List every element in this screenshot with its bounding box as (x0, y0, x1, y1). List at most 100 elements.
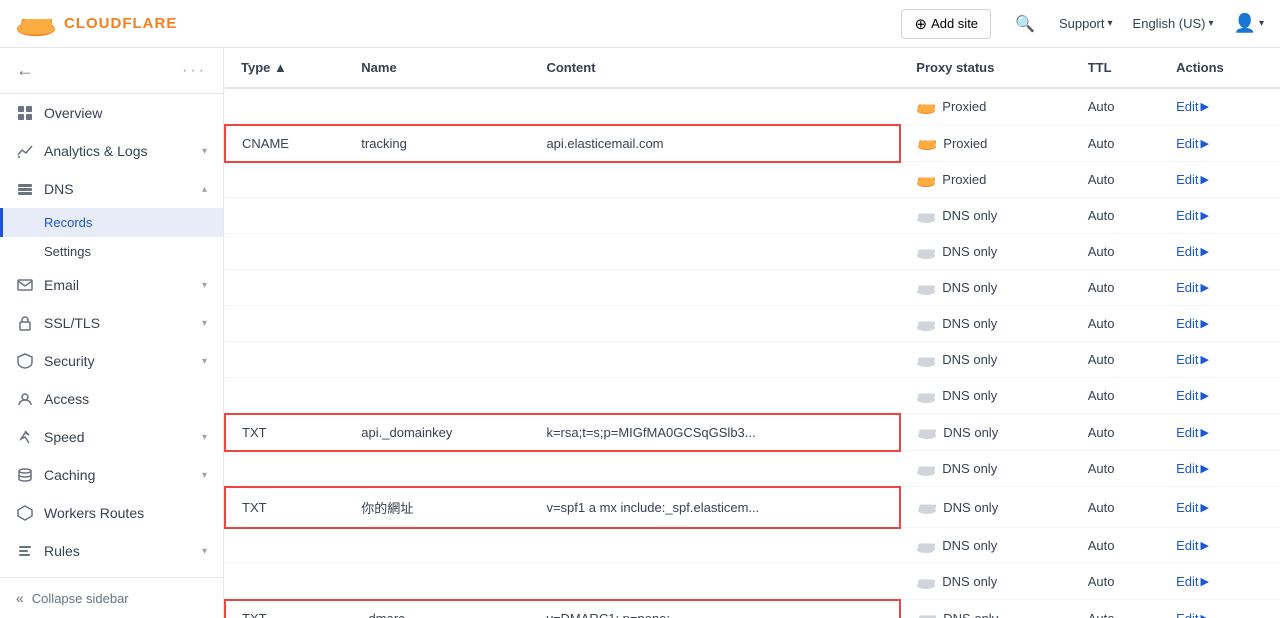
sidebar-item-email[interactable]: Email ▾ (0, 266, 223, 304)
cell-actions[interactable]: Edit ▶ (1160, 487, 1280, 528)
edit-button[interactable]: Edit ▶ (1176, 244, 1264, 259)
sidebar-item-security[interactable]: Security ▾ (0, 342, 223, 380)
cell-content (530, 342, 900, 378)
table-row: DNS onlyAutoEdit ▶ (225, 198, 1280, 234)
cell-name (345, 564, 530, 600)
sidebar-item-dns[interactable]: DNS ▴ (0, 170, 223, 208)
sidebar-subitem-settings[interactable]: Settings (0, 237, 223, 266)
edit-button[interactable]: Edit ▶ (1176, 136, 1264, 151)
cell-proxy-status: Proxied (900, 125, 1071, 162)
sidebar-more-button[interactable]: ··· (182, 62, 207, 80)
cell-actions[interactable]: Edit ▶ (1160, 451, 1280, 487)
cloud-dns-only-icon (917, 425, 937, 439)
edit-chevron-icon: ▶ (1200, 100, 1208, 113)
cell-type (225, 88, 345, 125)
collapse-icon: « (16, 590, 24, 606)
edit-button[interactable]: Edit ▶ (1176, 425, 1264, 440)
cell-actions[interactable]: Edit ▶ (1160, 234, 1280, 270)
sidebar-item-rules[interactable]: Rules ▾ (0, 532, 223, 570)
col-name: Name (345, 48, 530, 88)
cell-type (225, 528, 345, 564)
sidebar-item-label-speed: Speed (44, 429, 192, 445)
cf-logo-icon (16, 11, 56, 37)
cell-actions[interactable]: Edit ▶ (1160, 528, 1280, 564)
edit-button[interactable]: Edit ▶ (1176, 99, 1264, 114)
edit-chevron-icon: ▶ (1200, 501, 1208, 514)
cloud-dns-only-icon (916, 462, 936, 476)
sidebar-item-access[interactable]: Access (0, 380, 223, 418)
cell-actions[interactable]: Edit ▶ (1160, 600, 1280, 618)
cell-proxy-status: DNS only (900, 270, 1071, 306)
cell-actions[interactable]: Edit ▶ (1160, 198, 1280, 234)
edit-button[interactable]: Edit ▶ (1176, 208, 1264, 223)
cell-actions[interactable]: Edit ▶ (1160, 342, 1280, 378)
sidebar-item-workers-routes[interactable]: Workers Routes (0, 494, 223, 532)
sidebar-item-overview[interactable]: Overview (0, 94, 223, 132)
sidebar-top: ← ··· (0, 48, 223, 94)
collapse-sidebar-button[interactable]: « Collapse sidebar (0, 577, 223, 618)
cell-actions[interactable]: Edit ▶ (1160, 564, 1280, 600)
grid-icon (16, 104, 34, 122)
edit-chevron-icon: ▶ (1200, 317, 1208, 330)
logo[interactable]: CLOUDFLARE (16, 11, 177, 37)
speed-icon (16, 428, 34, 446)
cell-proxy-status: DNS only (900, 564, 1071, 600)
cloud-dns-only-icon (916, 539, 936, 553)
shield-icon (16, 352, 34, 370)
cell-actions[interactable]: Edit ▶ (1160, 162, 1280, 198)
workers-icon (16, 504, 34, 522)
edit-button[interactable]: Edit ▶ (1176, 538, 1264, 553)
analytics-chevron-icon: ▾ (202, 146, 207, 157)
cloud-proxied-icon (916, 100, 936, 114)
cloud-dns-only-icon (916, 389, 936, 403)
sidebar-subitem-records[interactable]: Records (0, 208, 223, 237)
edit-chevron-icon: ▶ (1200, 575, 1208, 588)
table-row: DNS onlyAutoEdit ▶ (225, 342, 1280, 378)
cell-actions[interactable]: Edit ▶ (1160, 270, 1280, 306)
cell-name (345, 378, 530, 414)
sidebar-back-button[interactable]: ← (16, 60, 34, 81)
cell-name (345, 342, 530, 378)
edit-button[interactable]: Edit ▶ (1176, 500, 1264, 515)
edit-button[interactable]: Edit ▶ (1176, 574, 1264, 589)
sidebar: ← ··· Overview Analytics & Logs ▾ DNS ▴ (0, 48, 224, 618)
support-label: Support (1059, 16, 1105, 31)
edit-chevron-icon: ▶ (1200, 462, 1208, 475)
speed-chevron-icon: ▾ (202, 432, 207, 443)
cell-actions[interactable]: Edit ▶ (1160, 125, 1280, 162)
cloud-proxied-icon (917, 136, 937, 150)
cloud-dns-only-icon (916, 209, 936, 223)
sidebar-item-speed[interactable]: Speed ▾ (0, 418, 223, 456)
sidebar-item-label-caching: Caching (44, 467, 192, 483)
edit-button[interactable]: Edit ▶ (1176, 611, 1264, 618)
add-site-button[interactable]: ⊕ Add site (901, 9, 991, 39)
edit-button[interactable]: Edit ▶ (1176, 316, 1264, 331)
user-menu[interactable]: 👤 ▾ (1234, 13, 1264, 34)
cell-type: CNAME (225, 125, 345, 162)
cell-actions[interactable]: Edit ▶ (1160, 378, 1280, 414)
dns-icon (16, 180, 34, 198)
edit-button[interactable]: Edit ▶ (1176, 461, 1264, 476)
sidebar-item-label-security: Security (44, 353, 192, 369)
edit-button[interactable]: Edit ▶ (1176, 280, 1264, 295)
sidebar-item-caching[interactable]: Caching ▾ (0, 456, 223, 494)
cell-actions[interactable]: Edit ▶ (1160, 306, 1280, 342)
language-menu[interactable]: English (US) ▾ (1133, 16, 1214, 31)
cell-type (225, 198, 345, 234)
support-menu[interactable]: Support ▾ (1059, 16, 1113, 31)
caching-icon (16, 466, 34, 484)
sidebar-item-ssl-tls[interactable]: SSL/TLS ▾ (0, 304, 223, 342)
proxy-status-text: Proxied (942, 99, 986, 114)
proxy-status-text: DNS only (943, 425, 998, 440)
sidebar-item-analytics-logs[interactable]: Analytics & Logs ▾ (0, 132, 223, 170)
cell-actions[interactable]: Edit ▶ (1160, 88, 1280, 125)
search-button[interactable]: 🔍 (1011, 10, 1039, 38)
cell-name (345, 198, 530, 234)
edit-button[interactable]: Edit ▶ (1176, 352, 1264, 367)
cell-proxy-status: DNS only (900, 528, 1071, 564)
col-content: Content (530, 48, 900, 88)
logo-text: CLOUDFLARE (64, 15, 177, 32)
edit-button[interactable]: Edit ▶ (1176, 388, 1264, 403)
edit-button[interactable]: Edit ▶ (1176, 172, 1264, 187)
cell-actions[interactable]: Edit ▶ (1160, 414, 1280, 451)
